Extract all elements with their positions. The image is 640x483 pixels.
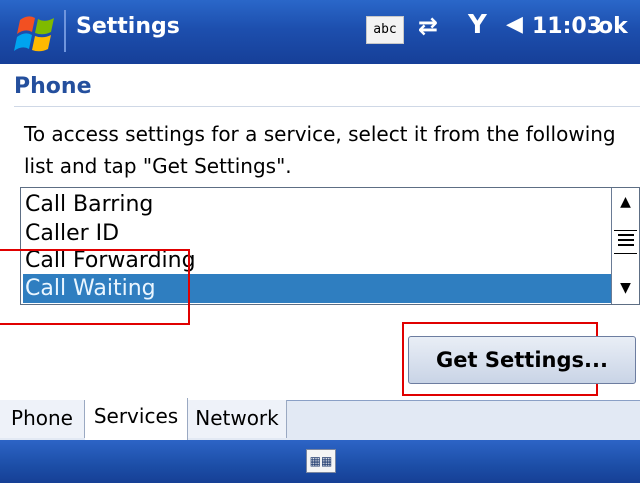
tab-services[interactable]: Services (85, 398, 188, 440)
windows-flag-icon[interactable] (14, 8, 60, 56)
scroll-down-icon[interactable]: ▼ (612, 274, 639, 303)
scroll-up-icon[interactable]: ▲ (612, 188, 639, 217)
tab-phone[interactable]: Phone (0, 400, 85, 438)
input-method-indicator[interactable]: abc (366, 16, 404, 44)
tab-network[interactable]: Network (188, 400, 287, 438)
speaker-icon[interactable]: ◀ (506, 12, 523, 37)
keyboard-icon[interactable]: ▦▦ (306, 449, 336, 473)
connectivity-icon[interactable]: ⇄ (418, 12, 438, 40)
list-scrollbar[interactable]: ▲ ▼ (611, 188, 639, 304)
page-title: Phone (14, 74, 92, 99)
get-settings-button[interactable]: Get Settings... (408, 336, 636, 384)
list-item[interactable]: Caller ID (23, 219, 611, 248)
scroll-thumb[interactable] (614, 230, 637, 254)
list-item[interactable]: Call Barring (23, 190, 611, 219)
instruction-text: To access settings for a service, select… (24, 122, 616, 178)
clock[interactable]: 11:03 (532, 14, 602, 39)
ok-button[interactable]: ok (598, 14, 628, 39)
app-title: Settings (76, 14, 180, 39)
heading-divider (14, 106, 640, 107)
highlight-box-call-waiting (0, 249, 190, 325)
signal-antenna-icon[interactable]: Y (468, 10, 487, 40)
title-bar: Settings abc ⇄ Y ◀ 11:03 ok (0, 0, 640, 64)
title-separator (64, 10, 66, 52)
